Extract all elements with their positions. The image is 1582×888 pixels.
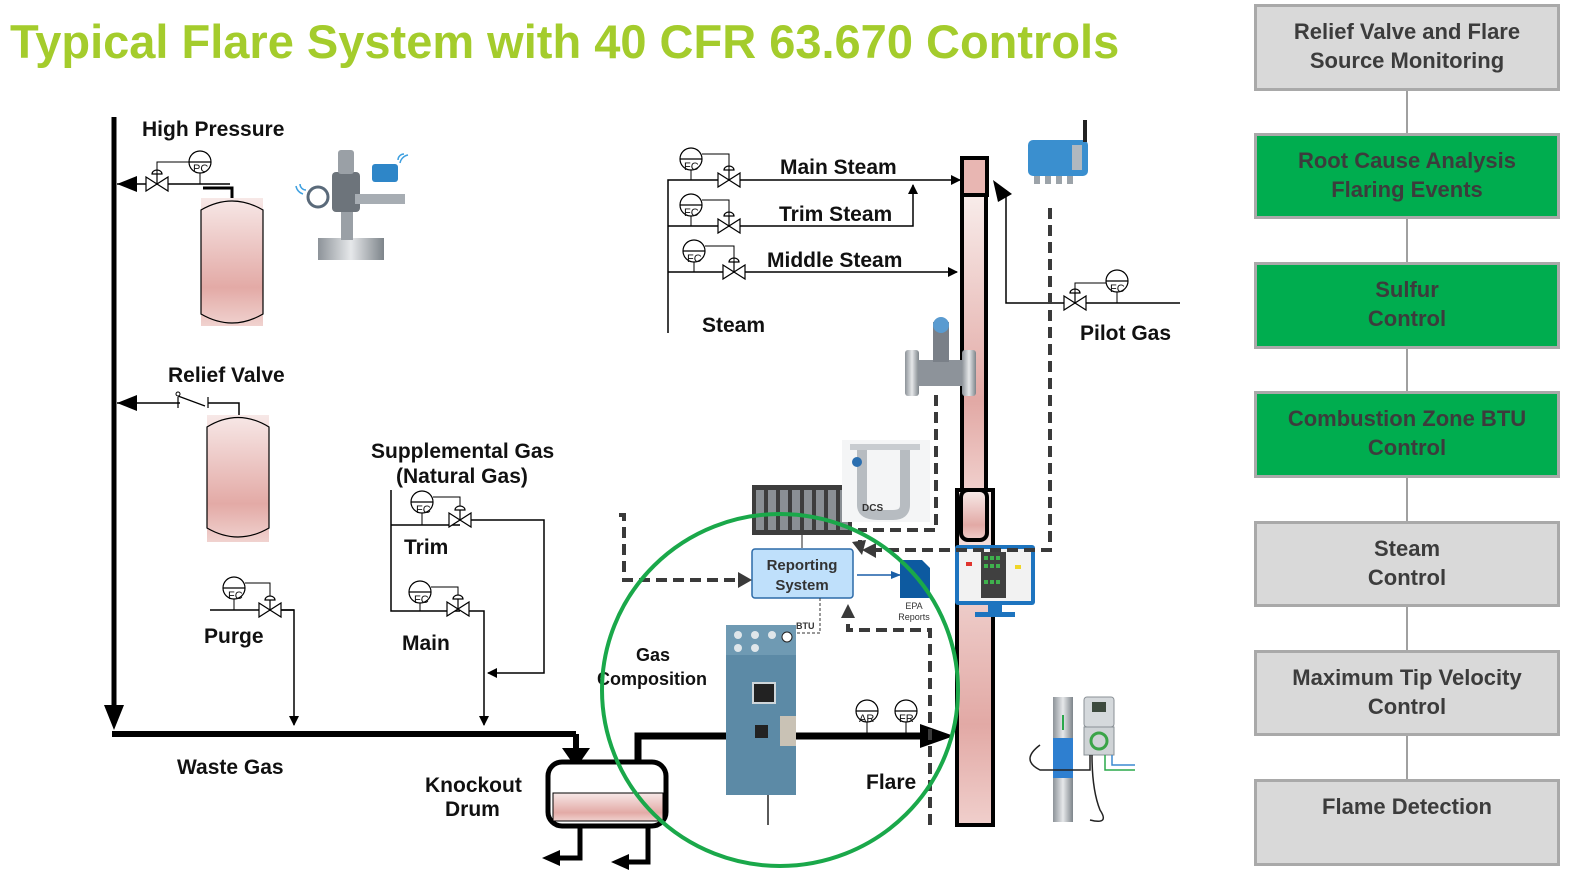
steam-label: Steam — [702, 314, 765, 337]
pressure-controller-pc: PC — [188, 150, 212, 175]
trim-flow-controller: FC — [410, 490, 434, 516]
relief-valve-label: Relief Valve — [168, 364, 285, 387]
dcs-controller-rack — [752, 485, 852, 535]
main-steam-label: Main Steam — [780, 156, 897, 179]
control-box-relief-valve-monitoring[interactable]: Relief Valve and Flare Source Monitoring — [1254, 4, 1560, 91]
box-label-line2: Control — [1367, 435, 1447, 460]
trim-label: Trim — [404, 536, 448, 559]
box-label-line1: Combustion Zone BTU — [1287, 406, 1527, 431]
svg-text:PC: PC — [193, 163, 208, 175]
box-label-line2: Control — [1367, 306, 1447, 331]
connector — [1406, 735, 1408, 780]
connector — [1406, 90, 1408, 134]
box-label-line1: Sulfur — [1375, 277, 1439, 302]
svg-text:System: System — [775, 577, 828, 594]
btu-label: BTU — [796, 621, 815, 631]
wireless-gateway — [1028, 120, 1088, 184]
knockout-drum — [542, 759, 669, 870]
high-pressure-label: High Pressure — [142, 118, 284, 141]
gas-label: Gas — [636, 645, 670, 665]
connector — [1406, 218, 1408, 263]
dcs-label: DCS — [862, 503, 883, 514]
flare-label: Flare — [866, 771, 916, 794]
box-label-line1: Maximum Tip Velocity — [1292, 665, 1522, 690]
pilot-gas-label: Pilot Gas — [1080, 322, 1171, 345]
svg-text:EPA: EPA — [905, 601, 922, 611]
control-box-sulfur-control[interactable]: Sulfur Control — [1254, 262, 1560, 349]
box-label-line2: Control — [1367, 565, 1447, 590]
control-box-steam-control[interactable]: Steam Control — [1254, 521, 1560, 607]
middle-steam-label: Middle Steam — [767, 249, 902, 272]
box-label-line1: Root Cause Analysis — [1297, 148, 1517, 173]
flame-detection-instrument — [1029, 696, 1135, 822]
box-label-line1: Steam — [1373, 536, 1441, 561]
svg-text:FC: FC — [414, 594, 429, 606]
relief-valve-image — [295, 150, 409, 260]
control-box-flame-detection[interactable]: Flame Detection — [1254, 779, 1560, 866]
control-box-max-tip-velocity[interactable]: Maximum Tip Velocity Control — [1254, 650, 1560, 736]
connector — [1406, 477, 1408, 522]
purge-flow-controller: FC — [222, 576, 246, 602]
natural-gas-label: (Natural Gas) — [396, 465, 528, 488]
svg-text:Reports: Reports — [898, 612, 930, 622]
gas-chromatograph-analyzer — [726, 625, 796, 825]
coriolis-flowmeter: DCS — [842, 440, 930, 522]
svg-text:FC: FC — [416, 504, 431, 516]
control-box-root-cause-analysis[interactable]: Root Cause Analysis Flaring Events — [1254, 133, 1560, 219]
box-label-line1: Flame Detection — [1322, 794, 1492, 819]
analyzer-ar: AR — [855, 699, 879, 733]
connector — [1406, 348, 1408, 392]
svg-text:Reporting: Reporting — [767, 557, 838, 574]
knockout-label: Knockout — [425, 774, 522, 797]
box-label-line1: Relief Valve and Flare — [1293, 19, 1521, 44]
reporting-system-box: Reporting System — [751, 548, 854, 599]
connector — [1406, 606, 1408, 651]
box-label-line2: Flaring Events — [1331, 177, 1483, 202]
waste-gas-label: Waste Gas — [177, 756, 284, 779]
flow-recorder-fr: FR — [894, 699, 918, 733]
relief-vessel — [206, 415, 270, 542]
svg-text:FC: FC — [228, 590, 243, 602]
purge-label: Purge — [204, 625, 264, 648]
supplemental-gas-label: Supplemental Gas — [371, 440, 554, 463]
drum-label: Drum — [445, 798, 500, 821]
trim-steam-label: Trim Steam — [779, 203, 892, 226]
high-pressure-vessel — [200, 198, 264, 326]
box-label-line2: Control — [1367, 694, 1447, 719]
main-label: Main — [402, 632, 450, 655]
composition-label: Composition — [597, 669, 707, 689]
box-label-line2: Source Monitoring — [1309, 48, 1505, 73]
control-box-combustion-zone-btu[interactable]: Combustion Zone BTU Control — [1254, 391, 1560, 478]
flare-stack — [955, 156, 995, 827]
main-flow-controller: FC — [408, 580, 432, 606]
